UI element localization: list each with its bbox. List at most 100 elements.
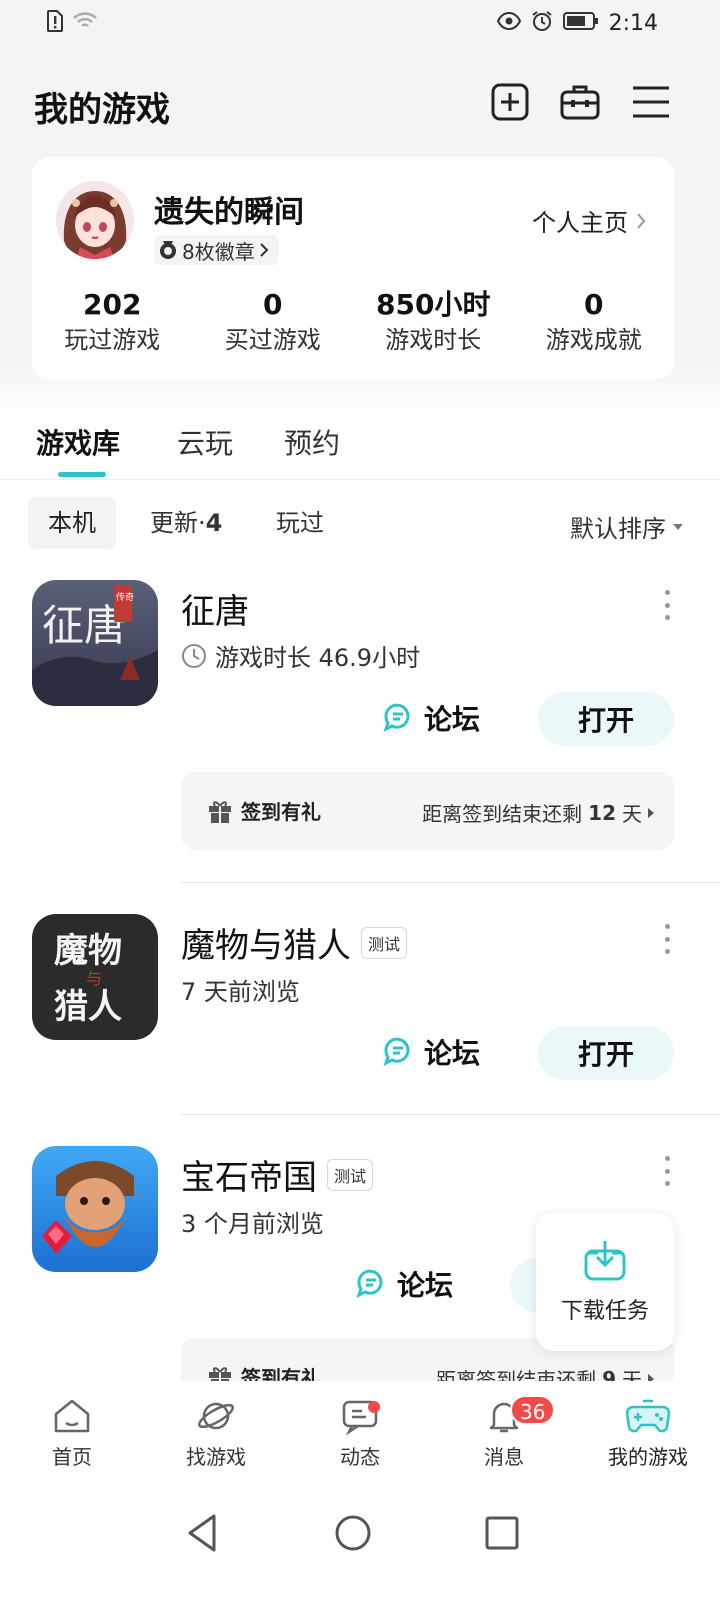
divider: [181, 1114, 720, 1115]
tab-game-library[interactable]: 游戏库: [36, 422, 120, 462]
icon-title-text-1: 征唐: [42, 601, 126, 650]
forum-chat-icon: [356, 1269, 383, 1298]
icon-small-text: 传奇: [116, 591, 134, 603]
planet-icon: [198, 1402, 234, 1430]
download-task-label: 下载任务: [560, 1299, 649, 1324]
test-tag: 测试: [361, 926, 408, 959]
toolbox-icon: [560, 85, 600, 120]
game-name-text: 征唐: [181, 592, 249, 632]
game-name[interactable]: 征唐: [181, 584, 249, 633]
system-back-button[interactable]: [178, 1509, 226, 1557]
sim-alert-icon: [46, 10, 64, 36]
nav-label: 消息: [484, 1445, 524, 1469]
system-recents-button[interactable]: [478, 1509, 526, 1557]
stat-played-games[interactable]: 202 玩过游戏: [32, 287, 193, 357]
add-game-button[interactable]: [488, 80, 532, 124]
game-name-text: 魔物与猎人: [181, 926, 351, 966]
medal-icon: [160, 241, 176, 259]
checkin-title: 签到有礼: [241, 800, 321, 824]
homepage-label: 个人主页: [532, 209, 628, 237]
toolbox-button[interactable]: [558, 80, 602, 124]
recents-square-icon: [485, 1516, 519, 1550]
page-header: 我的游戏: [0, 70, 720, 140]
game-icon-baoshi-diguo[interactable]: [32, 1146, 158, 1272]
badges-label: 8枚徽章: [182, 239, 255, 264]
menu-button[interactable]: [629, 80, 673, 124]
game-icon-zhengtang[interactable]: 征唐 传奇: [32, 580, 158, 706]
stat-value: 850小时: [376, 288, 491, 321]
personal-homepage-link[interactable]: 个人主页: [532, 203, 646, 238]
icon-text-top: 魔物: [54, 931, 122, 971]
game-meta: 游戏时长 46.9小时: [181, 638, 420, 673]
stat-label: 游戏时长: [385, 326, 482, 354]
test-tag: 测试: [327, 1158, 374, 1191]
stat-label: 买过游戏: [224, 326, 321, 354]
stat-value: 202: [83, 288, 142, 321]
game-meta: 7 天前浏览: [181, 972, 300, 1007]
badges-link[interactable]: 8枚徽章: [154, 235, 279, 265]
forum-button[interactable]: 论坛: [382, 1026, 480, 1078]
nav-messages[interactable]: 36 消息: [432, 1381, 576, 1489]
filter-bar: 本机 更新·4 玩过 默认排序: [0, 497, 720, 549]
game-icon-mowu-lieren[interactable]: 魔物 与 猎人: [32, 914, 158, 1040]
home-circle-icon: [335, 1515, 371, 1551]
nav-feed[interactable]: 动态: [288, 1381, 432, 1489]
caret-down-icon: [673, 523, 683, 530]
play-time-text: 游戏时长 46.9小时: [215, 644, 421, 672]
forum-label: 论坛: [424, 1037, 481, 1070]
last-viewed-text: 7 天前浏览: [181, 978, 300, 1006]
last-viewed-text: 3 个月前浏览: [181, 1210, 324, 1238]
library-tabs: 游戏库 云玩 预约: [0, 410, 720, 480]
filter-updates[interactable]: 更新·4: [130, 497, 242, 549]
back-triangle-icon: [188, 1514, 216, 1552]
forum-chat-icon: [383, 703, 410, 732]
username: 遗失的瞬间: [154, 195, 304, 230]
open-game-button[interactable]: 打开: [538, 692, 674, 746]
system-home-button[interactable]: [329, 1509, 377, 1557]
download-task-button[interactable]: 下载任务: [536, 1213, 674, 1351]
more-options-icon[interactable]: [662, 590, 672, 620]
filter-played[interactable]: 玩过: [256, 497, 344, 549]
nav-label: 动态: [340, 1445, 380, 1469]
nav-find-games[interactable]: 找游戏: [144, 1381, 288, 1489]
new-activity-dot: [368, 1401, 380, 1413]
stat-label: 玩过游戏: [64, 326, 161, 354]
stat-play-time[interactable]: 850小时 游戏时长: [353, 287, 514, 357]
system-navigation-bar: [0, 1489, 720, 1600]
home-icon: [54, 1399, 90, 1433]
game-meta: 3 个月前浏览: [181, 1204, 324, 1239]
chevron-right-icon: [260, 243, 269, 257]
avatar[interactable]: [56, 181, 134, 259]
gift-icon: [209, 800, 231, 823]
game-name[interactable]: 宝石帝国 测试: [181, 1150, 374, 1199]
profile-card: 遗失的瞬间 8枚徽章 个人主页 202 玩过游戏 0 买过游戏 850小时 游戏…: [32, 157, 674, 379]
stat-achievements[interactable]: 0 游戏成就: [514, 287, 675, 357]
alarm-icon: [531, 10, 553, 36]
stat-bought-games[interactable]: 0 买过游戏: [193, 287, 354, 357]
nav-home[interactable]: 首页: [0, 1381, 144, 1489]
more-options-icon[interactable]: [662, 1156, 672, 1186]
forum-button[interactable]: 论坛: [382, 692, 480, 744]
forum-button[interactable]: 论坛: [355, 1258, 453, 1310]
icon-text-mid: 与: [86, 969, 102, 988]
tab-cloud-play[interactable]: 云玩: [177, 422, 233, 462]
download-tray-icon: [584, 1241, 626, 1281]
filter-local[interactable]: 本机: [28, 497, 116, 549]
eye-icon: [496, 11, 521, 34]
nav-label: 找游戏: [186, 1445, 246, 1469]
active-tab-indicator: [58, 472, 106, 477]
tab-reservation[interactable]: 预约: [284, 422, 340, 462]
game-name[interactable]: 魔物与猎人 测试: [181, 918, 408, 967]
nav-label: 我的游戏: [608, 1445, 688, 1469]
stat-value: 0: [263, 288, 283, 321]
nav-my-games[interactable]: 我的游戏: [576, 1381, 720, 1489]
battery-icon: [562, 11, 599, 35]
checkin-banner[interactable]: 签到有礼 距离签到结束还剩 12 天: [181, 772, 674, 850]
filter-updates-count: 4: [205, 509, 223, 537]
sort-dropdown[interactable]: 默认排序: [570, 509, 684, 544]
message-count-badge: 36: [510, 1395, 556, 1425]
status-time: 2:14: [608, 10, 658, 36]
more-options-icon[interactable]: [662, 924, 672, 954]
chevron-right-icon: [637, 212, 646, 229]
open-game-button[interactable]: 打开: [538, 1026, 674, 1080]
